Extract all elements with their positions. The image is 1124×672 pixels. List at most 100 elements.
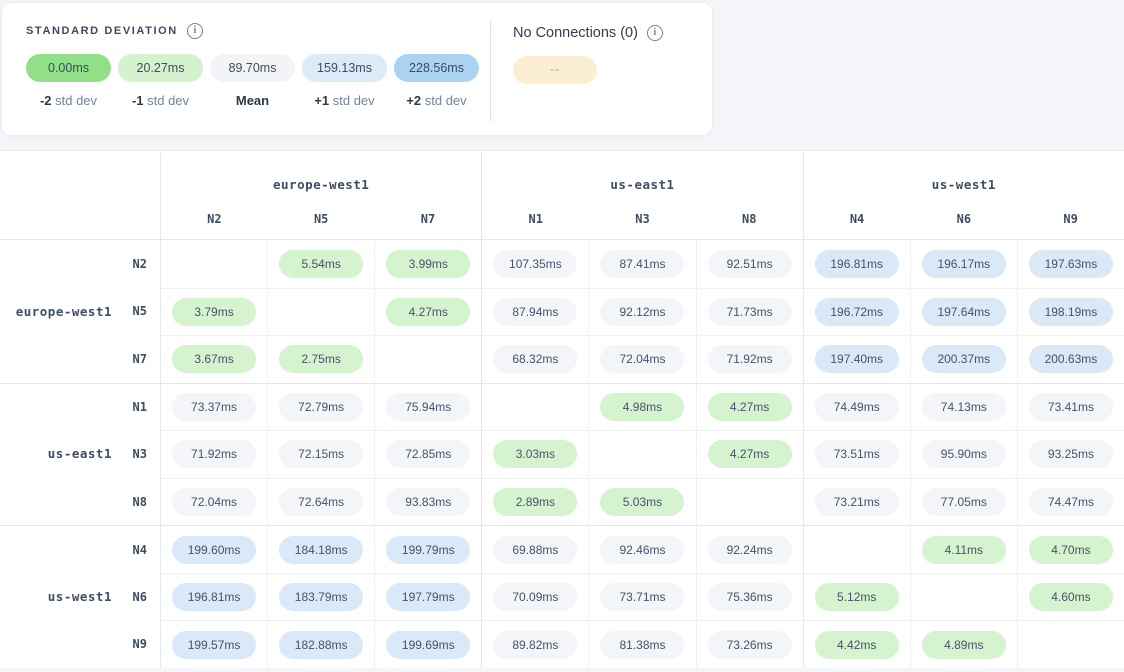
latency-cell[interactable]: 73.51ms bbox=[803, 430, 910, 478]
latency-value-pill: 3.03ms bbox=[493, 440, 577, 468]
latency-cell[interactable]: 4.27ms bbox=[696, 383, 803, 431]
latency-cell[interactable]: 69.88ms bbox=[481, 525, 588, 573]
latency-cell[interactable]: 4.11ms bbox=[910, 525, 1017, 573]
latency-value-pill: 5.12ms bbox=[815, 583, 899, 611]
row-header: N4 bbox=[0, 525, 160, 573]
latency-cell[interactable]: 183.79ms bbox=[267, 573, 374, 621]
no-connections-label: No Connections (0) bbox=[513, 25, 638, 41]
latency-value-pill: 4.11ms bbox=[922, 536, 1006, 564]
std-dev-stop: 228.56ms+2 std dev bbox=[394, 54, 479, 108]
latency-cell[interactable]: 5.54ms bbox=[267, 240, 374, 288]
latency-cell[interactable]: 73.71ms bbox=[588, 573, 695, 621]
latency-cell[interactable]: 77.05ms bbox=[910, 478, 1017, 526]
latency-cell[interactable]: 74.13ms bbox=[910, 383, 1017, 431]
latency-cell[interactable]: 93.83ms bbox=[374, 478, 481, 526]
latency-cell[interactable]: 198.19ms bbox=[1017, 288, 1124, 336]
latency-cell[interactable]: 75.94ms bbox=[374, 383, 481, 431]
latency-cell[interactable]: 196.81ms bbox=[160, 573, 267, 621]
latency-matrix: europe-west1N2N5N7us-east1N1N3N8us-west1… bbox=[0, 150, 1124, 668]
latency-cell[interactable]: 5.12ms bbox=[803, 573, 910, 621]
row-node-label: N8 bbox=[112, 495, 160, 509]
latency-cell[interactable]: 92.24ms bbox=[696, 525, 803, 573]
std-dev-stop: 159.13ms+1 std dev bbox=[302, 54, 387, 108]
latency-cell[interactable]: 73.26ms bbox=[696, 620, 803, 668]
latency-cell[interactable]: 107.35ms bbox=[481, 240, 588, 288]
latency-cell[interactable]: 199.79ms bbox=[374, 525, 481, 573]
latency-cell[interactable]: 3.79ms bbox=[160, 288, 267, 336]
latency-value-pill: 74.47ms bbox=[1029, 488, 1113, 516]
latency-cell[interactable]: 87.41ms bbox=[588, 240, 695, 288]
latency-cell[interactable]: 95.90ms bbox=[910, 430, 1017, 478]
latency-cell[interactable]: 92.46ms bbox=[588, 525, 695, 573]
latency-cell[interactable]: 72.85ms bbox=[374, 430, 481, 478]
row-region-label: us-east1 bbox=[0, 446, 112, 461]
latency-cell[interactable]: 3.03ms bbox=[481, 430, 588, 478]
latency-cell[interactable]: 75.36ms bbox=[696, 573, 803, 621]
latency-cell[interactable]: 5.03ms bbox=[588, 478, 695, 526]
latency-cell-empty bbox=[803, 525, 910, 573]
latency-cell[interactable]: 72.04ms bbox=[588, 335, 695, 383]
latency-cell[interactable]: 92.12ms bbox=[588, 288, 695, 336]
latency-cell[interactable]: 4.27ms bbox=[374, 288, 481, 336]
latency-value-pill: 5.54ms bbox=[279, 250, 363, 278]
latency-cell[interactable]: 71.92ms bbox=[160, 430, 267, 478]
latency-value-pill: 3.67ms bbox=[172, 345, 256, 373]
latency-cell[interactable]: 72.64ms bbox=[267, 478, 374, 526]
latency-cell[interactable]: 4.42ms bbox=[803, 620, 910, 668]
latency-cell[interactable]: 184.18ms bbox=[267, 525, 374, 573]
std-dev-stop-label: Mean bbox=[236, 93, 269, 108]
latency-cell[interactable]: 4.70ms bbox=[1017, 525, 1124, 573]
latency-cell[interactable]: 4.89ms bbox=[910, 620, 1017, 668]
latency-cell-empty bbox=[588, 430, 695, 478]
row-header: N9 bbox=[0, 620, 160, 668]
latency-cell[interactable]: 196.17ms bbox=[910, 240, 1017, 288]
latency-cell[interactable]: 68.32ms bbox=[481, 335, 588, 383]
latency-cell[interactable]: 73.21ms bbox=[803, 478, 910, 526]
latency-cell[interactable]: 3.67ms bbox=[160, 335, 267, 383]
latency-cell[interactable]: 70.09ms bbox=[481, 573, 588, 621]
latency-cell[interactable]: 74.47ms bbox=[1017, 478, 1124, 526]
latency-cell[interactable]: 199.57ms bbox=[160, 620, 267, 668]
latency-value-pill: 200.37ms bbox=[922, 345, 1006, 373]
latency-value-pill: 199.69ms bbox=[386, 631, 470, 659]
latency-cell[interactable]: 197.63ms bbox=[1017, 240, 1124, 288]
latency-cell[interactable]: 87.94ms bbox=[481, 288, 588, 336]
latency-cell[interactable]: 4.60ms bbox=[1017, 573, 1124, 621]
latency-cell[interactable]: 89.82ms bbox=[481, 620, 588, 668]
latency-cell[interactable]: 81.38ms bbox=[588, 620, 695, 668]
latency-cell[interactable]: 72.79ms bbox=[267, 383, 374, 431]
latency-cell[interactable]: 74.49ms bbox=[803, 383, 910, 431]
latency-cell[interactable]: 71.73ms bbox=[696, 288, 803, 336]
latency-cell[interactable]: 3.99ms bbox=[374, 240, 481, 288]
latency-cell[interactable]: 197.79ms bbox=[374, 573, 481, 621]
latency-cell[interactable]: 93.25ms bbox=[1017, 430, 1124, 478]
row-node-label: N5 bbox=[112, 304, 160, 318]
latency-cell[interactable]: 4.98ms bbox=[588, 383, 695, 431]
latency-cell[interactable]: 71.92ms bbox=[696, 335, 803, 383]
latency-cell[interactable]: 196.81ms bbox=[803, 240, 910, 288]
latency-cell[interactable]: 182.88ms bbox=[267, 620, 374, 668]
std-dev-info-icon[interactable]: i bbox=[187, 23, 203, 39]
latency-cell[interactable]: 73.37ms bbox=[160, 383, 267, 431]
row-node-label: N1 bbox=[112, 400, 160, 414]
latency-value-pill: 73.41ms bbox=[1029, 393, 1113, 421]
latency-cell[interactable]: 72.04ms bbox=[160, 478, 267, 526]
no-connections-info-icon[interactable]: i bbox=[647, 25, 663, 41]
latency-value-pill: 74.49ms bbox=[815, 393, 899, 421]
latency-value-pill: 73.51ms bbox=[815, 440, 899, 468]
latency-cell[interactable]: 200.37ms bbox=[910, 335, 1017, 383]
latency-cell[interactable]: 200.63ms bbox=[1017, 335, 1124, 383]
latency-cell[interactable]: 199.69ms bbox=[374, 620, 481, 668]
latency-cell[interactable]: 197.64ms bbox=[910, 288, 1017, 336]
latency-cell[interactable]: 4.27ms bbox=[696, 430, 803, 478]
latency-cell-empty bbox=[160, 240, 267, 288]
latency-cell[interactable]: 2.89ms bbox=[481, 478, 588, 526]
latency-cell[interactable]: 199.60ms bbox=[160, 525, 267, 573]
std-dev-value-pill: 89.70ms bbox=[210, 54, 295, 82]
latency-cell[interactable]: 197.40ms bbox=[803, 335, 910, 383]
latency-cell[interactable]: 72.15ms bbox=[267, 430, 374, 478]
latency-cell[interactable]: 92.51ms bbox=[696, 240, 803, 288]
latency-cell[interactable]: 73.41ms bbox=[1017, 383, 1124, 431]
latency-cell[interactable]: 196.72ms bbox=[803, 288, 910, 336]
latency-cell[interactable]: 2.75ms bbox=[267, 335, 374, 383]
